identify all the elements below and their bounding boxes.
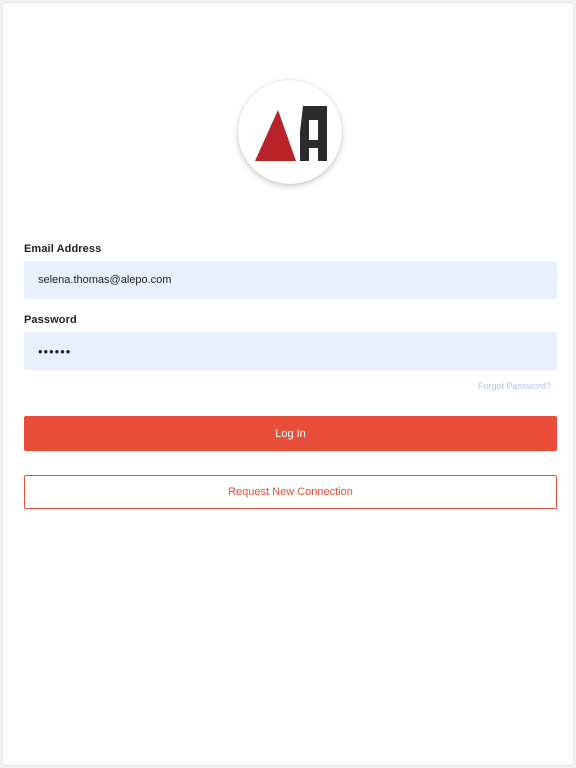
email-field[interactable] <box>24 261 557 299</box>
alepo-logo-icon <box>238 80 342 184</box>
password-label: Password <box>24 314 77 326</box>
request-new-connection-button[interactable]: Request New Connection <box>24 475 557 509</box>
forgot-password-link[interactable]: Forgot Password? <box>478 381 551 391</box>
password-field[interactable] <box>24 332 557 370</box>
app-window: Email Address Password Forgot Password? … <box>3 3 573 765</box>
login-button[interactable]: Log In <box>24 416 557 451</box>
email-label: Email Address <box>24 243 102 255</box>
alepo-logo-graphic <box>255 106 327 161</box>
